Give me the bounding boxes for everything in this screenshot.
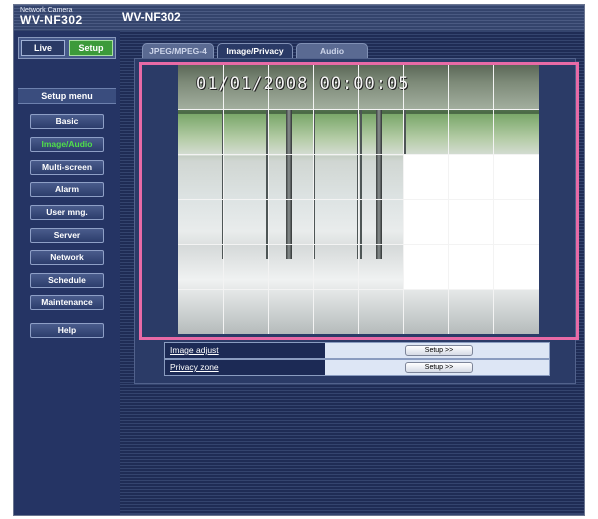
- image-adjust-link[interactable]: Image adjust: [165, 343, 325, 358]
- highlight-frame: [139, 62, 579, 340]
- help-button[interactable]: Help: [30, 323, 104, 338]
- brand-logo: WV-NF302: [20, 13, 83, 27]
- row-value-cell: Setup >>: [325, 343, 549, 358]
- sidebar-item-server[interactable]: Server: [30, 228, 104, 243]
- header-bar: [14, 5, 584, 31]
- sidebar-item-image-audio[interactable]: Image/Audio: [30, 137, 104, 152]
- live-button[interactable]: Live: [21, 40, 65, 56]
- sidebar-item-maintenance[interactable]: Maintenance: [30, 295, 104, 310]
- tab-image-privacy[interactable]: Image/Privacy: [217, 43, 293, 59]
- sidebar-item-basic[interactable]: Basic: [30, 114, 104, 129]
- image-adjust-setup-button[interactable]: Setup >>: [405, 345, 473, 356]
- page-title: WV-NF302: [122, 10, 181, 24]
- tab-jpeg-mpeg4[interactable]: JPEG/MPEG-4: [142, 43, 214, 59]
- tab-audio[interactable]: Audio: [296, 43, 368, 59]
- sidebar-item-network[interactable]: Network: [30, 250, 104, 265]
- sidebar-item-schedule[interactable]: Schedule: [30, 273, 104, 288]
- main-background-lower: [120, 384, 584, 514]
- setup-menu-heading: Setup menu: [18, 88, 116, 104]
- sidebar-item-multi-screen[interactable]: Multi-screen: [30, 160, 104, 175]
- privacy-zone-row: Privacy zone Setup >>: [164, 359, 550, 376]
- row-value-cell: Setup >>: [325, 360, 549, 375]
- privacy-zone-setup-button[interactable]: Setup >>: [405, 362, 473, 373]
- image-adjust-row: Image adjust Setup >>: [164, 342, 550, 359]
- privacy-zone-link[interactable]: Privacy zone: [165, 360, 325, 375]
- setup-button[interactable]: Setup: [69, 40, 113, 56]
- sidebar-item-alarm[interactable]: Alarm: [30, 182, 104, 197]
- sidebar-item-user-mng[interactable]: User mng.: [30, 205, 104, 220]
